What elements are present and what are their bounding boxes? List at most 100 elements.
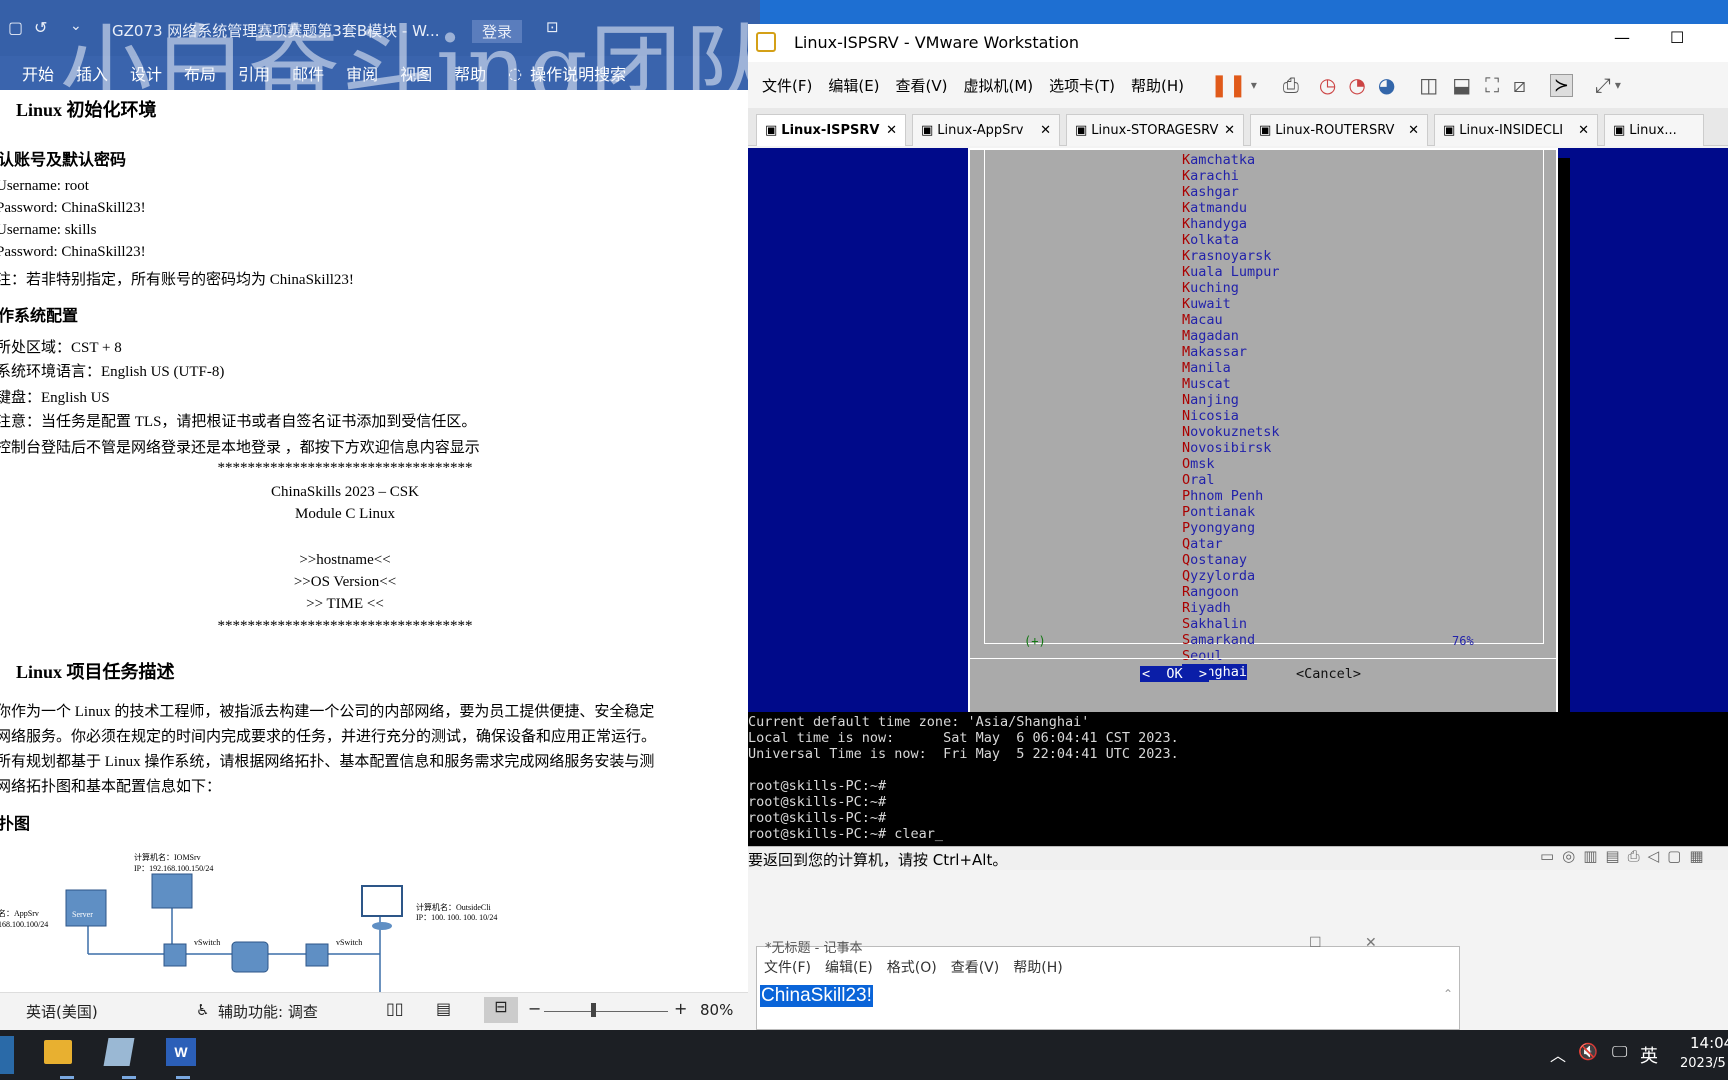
notepad-maximize-button[interactable]: ☐: [1309, 935, 1322, 951]
language-status[interactable]: 英语(美国): [26, 1001, 98, 1022]
word-taskbar-icon[interactable]: W: [166, 1038, 196, 1066]
device-status-icons[interactable]: ▭◎▥▤⎙◁▢▦: [1540, 847, 1712, 865]
timezone-item[interactable]: Samarkand: [1182, 632, 1255, 648]
send-ctrl-alt-del-icon[interactable]: ⎙: [1283, 73, 1299, 97]
timezone-item[interactable]: Sakhalin: [1182, 616, 1247, 632]
timezone-item[interactable]: Oral: [1182, 472, 1215, 488]
console-view-icon[interactable]: ≻: [1549, 73, 1573, 97]
timezone-item[interactable]: Kashgar: [1182, 184, 1239, 200]
suspend-icon[interactable]: ❚❚: [1210, 73, 1247, 98]
timezone-item[interactable]: Krasnoyarsk: [1182, 248, 1271, 264]
print-layout-icon[interactable]: ▤: [436, 999, 451, 1018]
timezone-item[interactable]: Phnom Penh: [1182, 488, 1263, 504]
file-explorer-icon[interactable]: [44, 1040, 72, 1064]
close-icon[interactable]: ✕: [1578, 123, 1589, 138]
np-menu-view[interactable]: 查看(V): [951, 957, 1000, 981]
power-dropdown-icon[interactable]: ▾: [1251, 78, 1257, 92]
timezone-item[interactable]: Kuching: [1182, 280, 1239, 296]
stretch-guest-icon[interactable]: ⤢: [1595, 73, 1611, 97]
notepad-taskbar-icon[interactable]: [103, 1038, 135, 1066]
timezone-item[interactable]: Qostanay: [1182, 552, 1247, 568]
save-icon[interactable]: ▢: [8, 18, 23, 37]
snapshot-manager-icon[interactable]: ◕: [1378, 73, 1395, 97]
close-icon[interactable]: ✕: [1408, 123, 1419, 138]
revert-snapshot-icon[interactable]: ◔: [1348, 73, 1365, 97]
timezone-item[interactable]: Nicosia: [1182, 408, 1239, 424]
tray-chevron-icon[interactable]: ︿: [1550, 1042, 1566, 1066]
menu-file[interactable]: 文件(F): [762, 75, 812, 96]
timezone-item[interactable]: Kuwait: [1182, 296, 1231, 312]
tab-linux-routersrv[interactable]: ▣ Linux-ROUTERSRV ✕: [1250, 114, 1428, 146]
zoom-out-button[interactable]: −: [528, 999, 541, 1018]
menu-help[interactable]: 帮助(H): [1131, 75, 1184, 96]
timezone-item[interactable]: Magadan: [1182, 328, 1239, 344]
timezone-item[interactable]: Khandyga: [1182, 216, 1247, 232]
stretch-dropdown-icon[interactable]: ▾: [1615, 78, 1621, 92]
timezone-item[interactable]: Karachi: [1182, 168, 1239, 184]
tab-linux-more[interactable]: ▣ Linux...: [1604, 114, 1704, 146]
network-icon[interactable]: 🖵: [1612, 1042, 1627, 1062]
notepad-text-selected[interactable]: ChinaSkill23!: [760, 985, 873, 1007]
accessibility-status[interactable]: 辅助功能: 调查: [218, 1001, 318, 1022]
zoom-slider-thumb[interactable]: [591, 1003, 596, 1017]
tab-linux-appsrv[interactable]: ▣ Linux-AppSrv ✕: [912, 114, 1060, 146]
timezone-item[interactable]: Omsk: [1182, 456, 1215, 472]
zoom-in-button[interactable]: +: [674, 999, 687, 1018]
close-icon[interactable]: ✕: [1040, 123, 1051, 138]
read-mode-icon[interactable]: ▯▯: [386, 999, 404, 1018]
timezone-item[interactable]: Nanjing: [1182, 392, 1239, 408]
timezone-item[interactable]: Pyongyang: [1182, 520, 1255, 536]
cancel-button[interactable]: <Cancel>: [1296, 666, 1361, 682]
minimize-button[interactable]: —: [1614, 28, 1630, 47]
word-document-page[interactable]: Linux 初始化环境 认账号及默认密码 Username: root Pass…: [0, 90, 760, 992]
close-icon[interactable]: ✕: [1224, 123, 1235, 138]
menu-view[interactable]: 查看(V): [896, 75, 948, 96]
timezone-item[interactable]: Makassar: [1182, 344, 1247, 360]
menu-tabs[interactable]: 选项卡(T): [1049, 75, 1115, 96]
timezone-item[interactable]: Katmandu: [1182, 200, 1247, 216]
timezone-item[interactable]: Qyzylorda: [1182, 568, 1255, 584]
clock-date[interactable]: 2023/5: [1680, 1056, 1726, 1071]
timezone-item[interactable]: Muscat: [1182, 376, 1231, 392]
zoom-slider[interactable]: [544, 1011, 668, 1012]
timezone-item[interactable]: Novokuznetsk: [1182, 424, 1280, 440]
timezone-item[interactable]: Novosibirsk: [1182, 440, 1271, 456]
undo-icon[interactable]: ↺: [34, 18, 47, 37]
snapshot-icon[interactable]: ◷: [1319, 73, 1336, 97]
terminal-output[interactable]: Current default time zone: 'Asia/Shangha…: [748, 712, 1728, 846]
menu-edit[interactable]: 编辑(E): [828, 75, 879, 96]
np-menu-file[interactable]: 文件(F): [764, 957, 811, 981]
menu-vm[interactable]: 虚拟机(M): [964, 75, 1034, 96]
timezone-item[interactable]: Pontianak: [1182, 504, 1255, 520]
ime-indicator[interactable]: 英: [1640, 1042, 1658, 1068]
vm-console-screen[interactable]: Kamchatka Karachi Kashgar Katmandu Khandyga K…: [748, 148, 1728, 846]
show-library-icon[interactable]: ◫: [1419, 73, 1438, 97]
ok-button[interactable]: < OK >: [1140, 666, 1210, 682]
full-screen-icon[interactable]: ⛶: [1485, 73, 1499, 97]
volume-muted-icon[interactable]: 🔇: [1578, 1042, 1598, 1061]
timezone-item[interactable]: Qatar: [1182, 536, 1223, 552]
np-menu-help[interactable]: 帮助(H): [1013, 957, 1062, 981]
timezone-item[interactable]: Kamchatka: [1182, 152, 1255, 168]
close-icon[interactable]: ✕: [886, 123, 897, 138]
maximize-button[interactable]: ☐: [1670, 28, 1684, 47]
tab-linux-ispsrv[interactable]: ▣ Linux-ISPSRV ✕: [756, 114, 906, 146]
np-menu-edit[interactable]: 编辑(E): [825, 957, 873, 981]
unity-icon[interactable]: ⧄: [1513, 73, 1526, 97]
timezone-item[interactable]: Kuala Lumpur: [1182, 264, 1280, 280]
timezone-item[interactable]: Seoul: [1182, 648, 1223, 664]
tab-linux-insidecli[interactable]: ▣ Linux-INSIDECLI ✕: [1434, 114, 1598, 146]
np-menu-format[interactable]: 格式(O): [887, 957, 937, 981]
zoom-level[interactable]: 80%: [700, 1001, 733, 1019]
timezone-item[interactable]: Manila: [1182, 360, 1231, 376]
notepad-close-button[interactable]: ✕: [1365, 935, 1377, 951]
timezone-item[interactable]: Riyadh: [1182, 600, 1231, 616]
timezone-item[interactable]: Kolkata: [1182, 232, 1239, 248]
thumbnail-bar-icon[interactable]: ⬓: [1452, 73, 1471, 97]
tab-linux-storagesrv[interactable]: ▣ Linux-STORAGESRV ✕: [1066, 114, 1244, 146]
clock-time[interactable]: 14:04: [1690, 1034, 1728, 1052]
ribbon-tab-home[interactable]: 开始: [22, 61, 54, 85]
timezone-item[interactable]: Macau: [1182, 312, 1223, 328]
vmware-taskbar-icon[interactable]: [0, 1036, 14, 1074]
notepad-scroll-up[interactable]: ⌃: [1443, 987, 1453, 1001]
